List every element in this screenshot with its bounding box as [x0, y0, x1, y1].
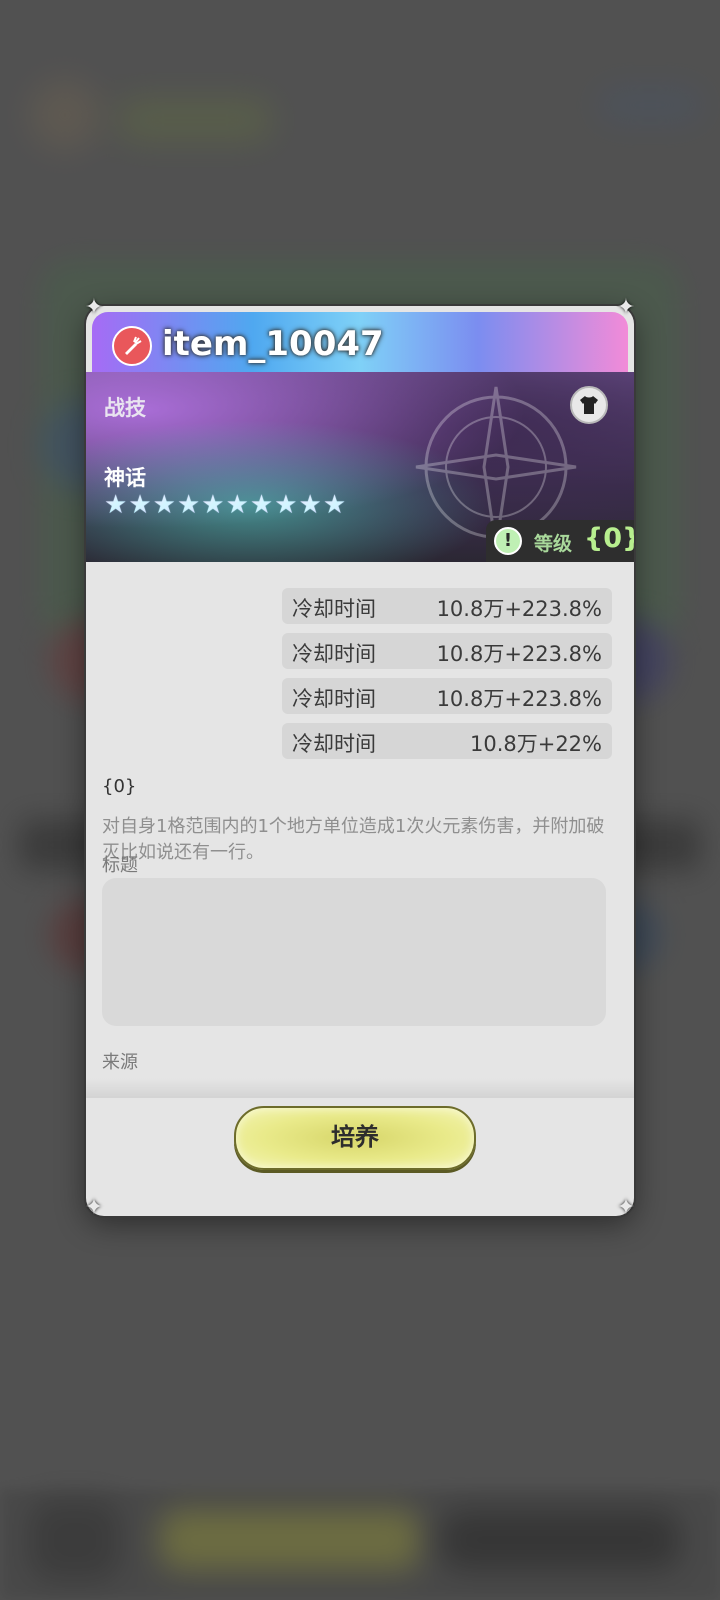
stat-row: 冷却时间 10.8万+22%	[282, 723, 612, 759]
exclamation-icon[interactable]: !	[494, 527, 522, 555]
level-badge: ! 等级 {0}	[486, 520, 634, 562]
star-icon: ★	[274, 490, 298, 520]
star-icon: ★	[225, 490, 249, 520]
carrot-icon	[112, 326, 152, 366]
stats-list: 冷却时间 10.8万+223.8% 冷却时间 10.8万+223.8% 冷却时间…	[282, 588, 612, 768]
item-header-panel: 战技 神话 ★ ★ ★ ★ ★ ★ ★ ★ ★ ★ ! 等级 {0}	[86, 372, 634, 562]
stat-row: 冷却时间 10.8万+223.8%	[282, 633, 612, 669]
star-icon: ★	[249, 490, 274, 520]
stat-value: 10.8万+22%	[469, 732, 602, 756]
stat-row: 冷却时间 10.8万+223.8%	[282, 588, 612, 624]
corner-ornament-icon: ✦	[84, 295, 104, 320]
level-value: {0}	[584, 523, 634, 554]
star-icon: ★	[322, 490, 347, 520]
stat-name: 冷却时间	[292, 687, 376, 711]
corner-ornament-icon: ✦	[616, 1195, 636, 1220]
level-label: 等级	[534, 533, 573, 555]
star-icon: ★	[152, 490, 176, 520]
corner-ornament-icon: ✦	[84, 1195, 104, 1220]
rarity-label: 神话	[104, 466, 146, 490]
title-content-box	[102, 878, 606, 1026]
shirt-icon[interactable]	[570, 386, 608, 424]
star-icon: ★	[201, 490, 225, 520]
title-bar: item_10047	[92, 312, 628, 372]
item-detail-dialog: item_10047 战技 神话 ★ ★ ★ ★ ★ ★ ★ ★ ★ ★ ! 等…	[86, 306, 634, 1216]
star-icon: ★	[104, 490, 128, 520]
stat-name: 冷却时间	[292, 642, 376, 666]
skill-description: 对自身1格范围内的1个地方单位造成1次火元素伤害，并附加破灭比如说还有一行。	[102, 816, 605, 863]
item-title: item_10047	[162, 324, 384, 364]
scroll-divider	[86, 1078, 634, 1098]
corner-ornament-icon: ✦	[616, 295, 636, 320]
item-category: 战技	[104, 396, 146, 420]
stat-value: 10.8万+223.8%	[436, 642, 602, 666]
section-title-label: 标题	[102, 855, 138, 876]
stat-row: 冷却时间 10.8万+223.8%	[282, 678, 612, 714]
stat-name: 冷却时间	[292, 732, 376, 756]
stat-name: 冷却时间	[292, 597, 376, 621]
star-icon: ★	[298, 490, 322, 520]
stat-value: 10.8万+223.8%	[436, 687, 602, 711]
stat-value: 10.8万+223.8%	[436, 597, 602, 621]
star-rating: ★ ★ ★ ★ ★ ★ ★ ★ ★ ★	[104, 492, 346, 518]
star-icon: ★	[128, 490, 152, 520]
star-icon: ★	[176, 490, 201, 520]
skill-tag: {0}	[102, 776, 137, 797]
train-button[interactable]: 培养	[234, 1106, 476, 1170]
section-source-label: 来源	[102, 1052, 138, 1073]
